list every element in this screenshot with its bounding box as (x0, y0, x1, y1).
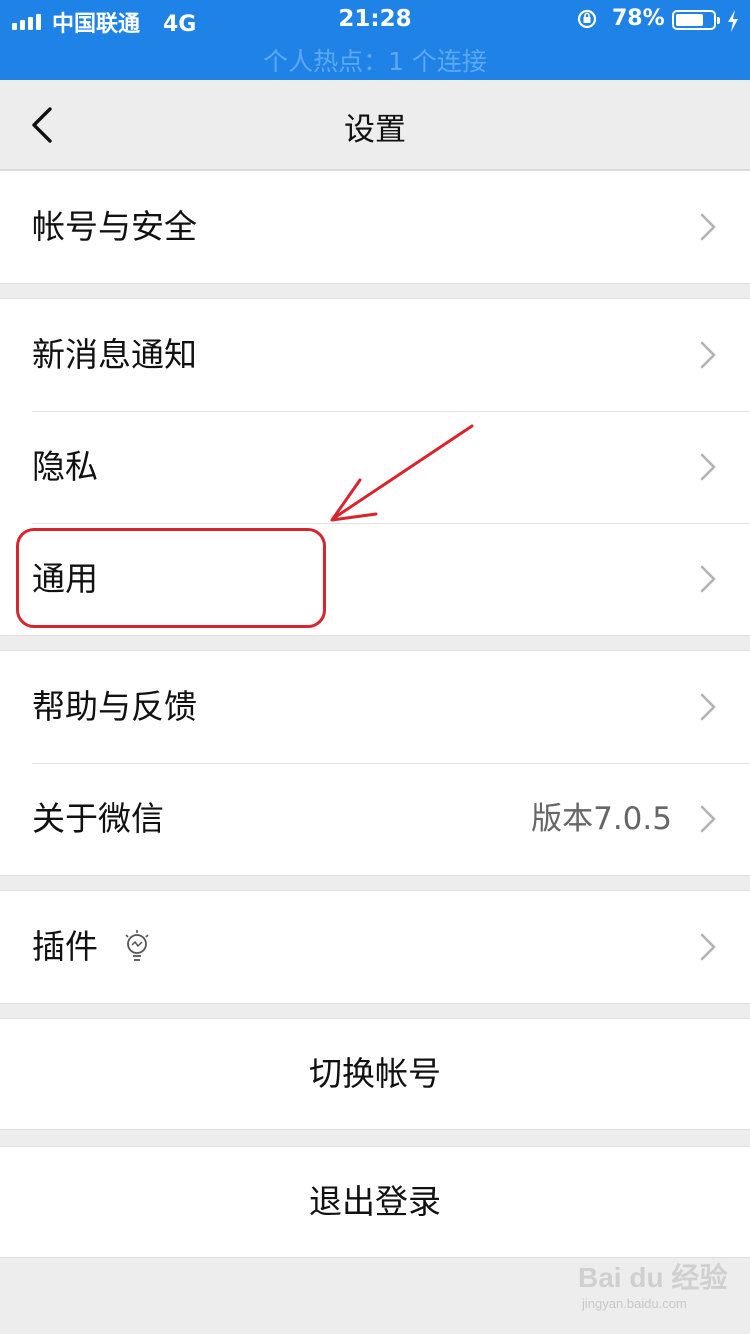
settings-item-label: 帐号与安全 (32, 207, 197, 246)
navigation-bar: 设置 (0, 80, 750, 170)
battery-icon (672, 10, 720, 30)
status-bar: 中国联通 4G 21:28 78% 个人热点：1 个连接 (0, 0, 750, 80)
chevron-right-icon (700, 213, 716, 241)
chevron-right-icon (700, 453, 716, 481)
chevron-right-icon (700, 933, 716, 961)
watermark-url: jingyan.baidu.com (582, 1296, 687, 1311)
settings-item-label: 帮助与反馈 (32, 687, 197, 726)
switch-account-label: 切换帐号 (309, 1054, 441, 1093)
settings-item-label: 隐私 (32, 447, 98, 486)
settings-item-plugins[interactable]: 插件 (0, 891, 750, 1003)
watermark-logo-text: Bai du 经验 (578, 1262, 728, 1293)
settings-group-about: 帮助与反馈 关于微信 版本7.0.5 (0, 650, 750, 876)
chevron-right-icon (700, 805, 716, 833)
settings-item-label: 插件 (32, 927, 98, 966)
rotation-lock-icon (577, 9, 597, 29)
hotspot-banner[interactable]: 个人热点：1 个连接 (0, 42, 750, 78)
settings-item-label: 关于微信 (32, 799, 164, 838)
settings-item-about-wechat[interactable]: 关于微信 版本7.0.5 (0, 763, 750, 875)
chevron-right-icon (700, 693, 716, 721)
chevron-right-icon (700, 341, 716, 369)
lightbulb-icon (125, 930, 149, 961)
settings-item-notifications[interactable]: 新消息通知 (0, 299, 750, 411)
charging-icon (728, 10, 738, 32)
switch-account-button[interactable]: 切换帐号 (0, 1019, 750, 1129)
settings-item-label: 新消息通知 (32, 335, 197, 374)
annotation-arrow-icon (330, 424, 474, 522)
page-title: 设置 (344, 112, 406, 148)
logout-group: 退出登录 (0, 1146, 750, 1258)
version-value: 版本7.0.5 (531, 801, 672, 837)
settings-item-account-security[interactable]: 帐号与安全 (0, 171, 750, 283)
settings-group-account: 帐号与安全 (0, 170, 750, 284)
logout-button[interactable]: 退出登录 (0, 1147, 750, 1257)
battery-percent: 78% (612, 6, 665, 31)
baidu-jingyan-watermark: Bai du 经验 jingyan.baidu.com (578, 1256, 728, 1316)
settings-item-help-feedback[interactable]: 帮助与反馈 (0, 651, 750, 763)
annotation-highlight-box (16, 528, 326, 628)
switch-account-group: 切换帐号 (0, 1018, 750, 1130)
settings-group-plugins: 插件 (0, 890, 750, 1004)
logout-label: 退出登录 (309, 1182, 441, 1221)
chevron-right-icon (700, 565, 716, 593)
